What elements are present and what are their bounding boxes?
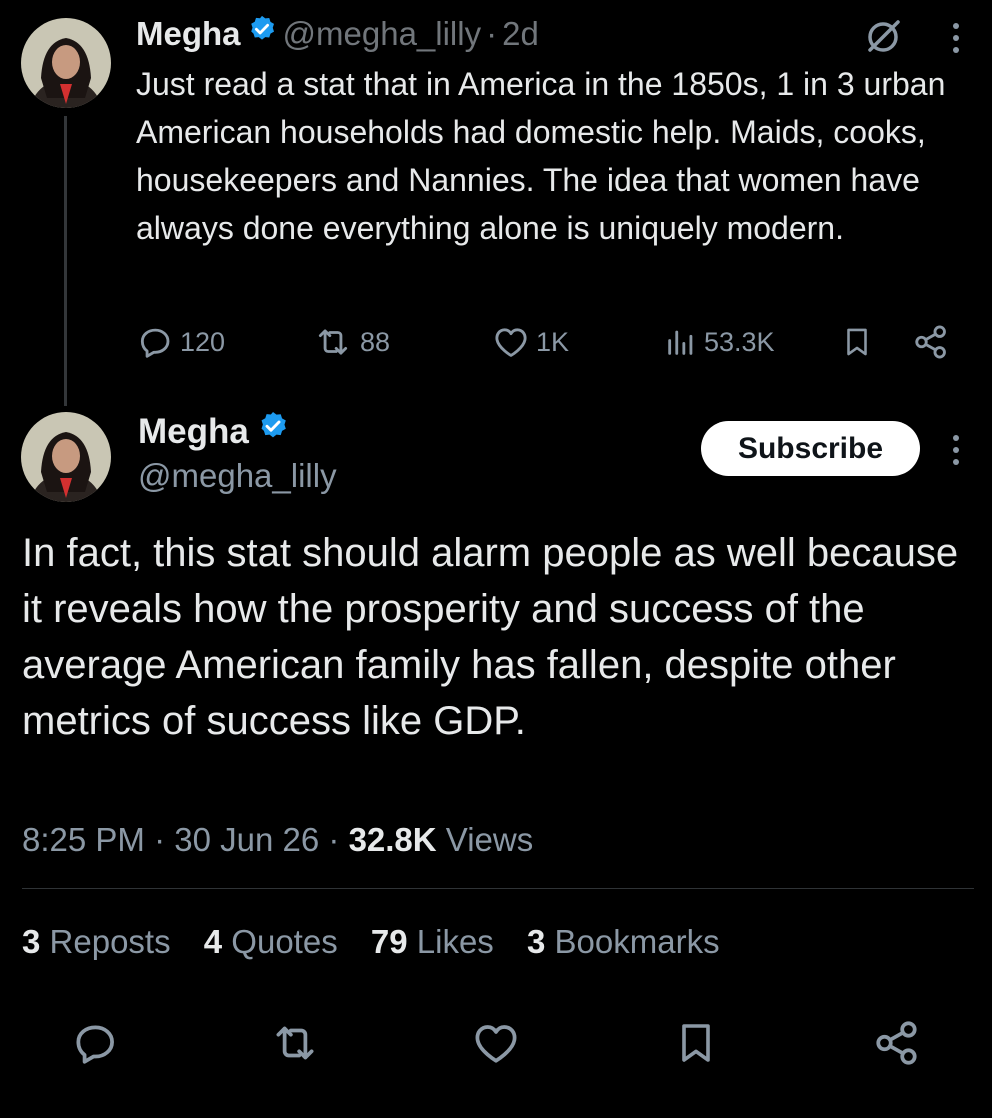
likes-count: 79	[370, 923, 408, 960]
reply-icon[interactable]	[70, 1018, 120, 1073]
views-icon	[664, 323, 698, 361]
more-icon[interactable]	[944, 432, 968, 473]
verified-icon	[247, 13, 277, 53]
quotes-count: 4	[203, 923, 223, 960]
avatar[interactable]	[21, 412, 111, 502]
likes-stat[interactable]: 79 Likes	[371, 923, 494, 960]
repost-count: 88	[360, 326, 391, 357]
views-button[interactable]: 53.3K	[664, 318, 775, 366]
bottom-action-bar	[0, 1018, 992, 1074]
thread-line	[64, 116, 67, 406]
bookmarks-stat[interactable]: 3 Bookmarks	[527, 923, 720, 960]
repost-button[interactable]: 88	[312, 318, 390, 366]
quotes-label: Quotes	[231, 923, 338, 960]
bookmarks-count: 3	[526, 923, 546, 960]
like-icon	[492, 323, 530, 361]
quotes-stat[interactable]: 4 Quotes	[204, 923, 338, 960]
separator: ·	[328, 821, 340, 858]
reposts-stat[interactable]: 3 Reposts	[22, 923, 171, 960]
tweet-meta: 8:25 PM · 30 Jun 26 · 32.8K Views	[22, 816, 533, 864]
like-button[interactable]: 1K	[492, 318, 569, 366]
views-count: 32.8K	[348, 821, 437, 858]
engagement-stats: 3 Reposts 4 Quotes 79 Likes 3 Bookmarks	[22, 918, 744, 966]
reposts-label: Reposts	[49, 923, 171, 960]
reply-button[interactable]: 120	[136, 318, 225, 366]
share-icon	[912, 323, 950, 361]
like-count: 1K	[536, 326, 570, 357]
share-button[interactable]	[912, 318, 950, 366]
repost-icon	[312, 323, 354, 361]
author-name-row: Megha	[138, 410, 289, 456]
subscribe-button[interactable]: Subscribe	[701, 421, 920, 476]
tweet-date[interactable]: 30 Jun 26	[174, 821, 319, 858]
grok-icon[interactable]	[862, 16, 904, 63]
bookmark-icon[interactable]	[672, 1018, 720, 1073]
handle[interactable]: @megha_lilly	[138, 454, 337, 498]
tweet-text: Just read a stat that in America in the …	[136, 66, 946, 246]
tweet-header: Megha @megha_lilly · 2d	[136, 14, 539, 56]
share-icon[interactable]	[872, 1018, 922, 1073]
display-name[interactable]: Megha	[136, 15, 241, 52]
tweet-time[interactable]: 8:25 PM	[22, 821, 145, 858]
verified-icon	[257, 409, 289, 453]
display-name[interactable]: Megha	[138, 412, 249, 451]
more-icon[interactable]	[944, 20, 968, 61]
like-icon[interactable]	[470, 1018, 522, 1073]
divider	[22, 888, 974, 889]
reposts-count: 3	[22, 923, 41, 960]
avatar[interactable]	[21, 18, 111, 108]
reply-count: 120	[180, 326, 226, 357]
separator: ·	[486, 15, 498, 52]
likes-label: Likes	[416, 923, 494, 960]
views-label: Views	[445, 821, 534, 858]
views-count: 53.3K	[704, 326, 775, 357]
bookmarks-label: Bookmarks	[554, 923, 720, 960]
tweet-text: In fact, this stat should alarm people a…	[22, 531, 959, 743]
reply-icon	[136, 323, 174, 361]
timestamp[interactable]: 2d	[502, 15, 539, 52]
tweet-actions: 120 88 1K 53.3K	[136, 318, 956, 366]
separator: ·	[154, 821, 166, 858]
repost-icon[interactable]	[268, 1018, 322, 1073]
bookmark-icon	[840, 323, 874, 361]
bookmark-button[interactable]	[840, 318, 874, 366]
handle[interactable]: @megha_lilly	[283, 15, 482, 52]
